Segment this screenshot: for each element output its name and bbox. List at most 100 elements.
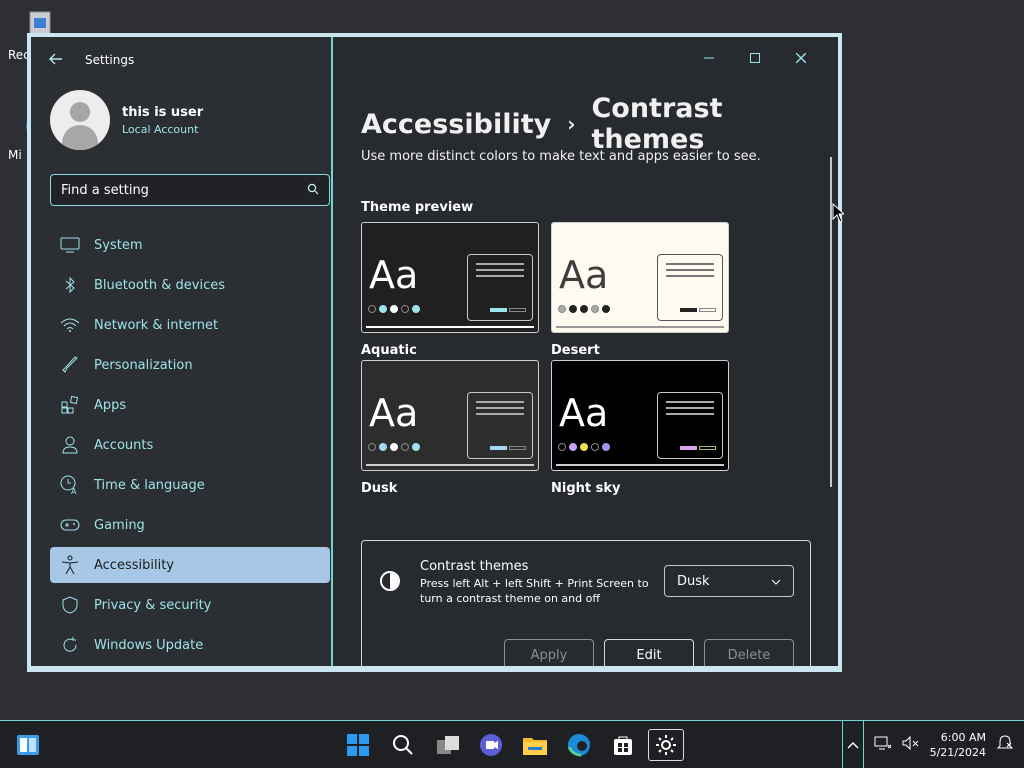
file-explorer-button[interactable] bbox=[517, 729, 553, 761]
theme-name: Night sky bbox=[551, 481, 621, 496]
theme-preview-image: Aa bbox=[361, 222, 539, 333]
sidebar-item-label: Windows Update bbox=[94, 637, 204, 653]
user-profile[interactable]: this is user Local Account bbox=[50, 90, 203, 150]
clock-time: 6:00 AM bbox=[940, 731, 986, 744]
sidebar-item-label: Bluetooth & devices bbox=[94, 277, 225, 293]
brush-icon bbox=[60, 355, 80, 375]
notification-icon[interactable] bbox=[996, 734, 1014, 756]
contrast-icon bbox=[380, 571, 400, 591]
start-button[interactable] bbox=[340, 729, 376, 761]
theme-preview-image: Aa bbox=[361, 360, 539, 471]
volume-muted-icon[interactable] bbox=[902, 735, 920, 755]
accessibility-icon bbox=[60, 555, 80, 575]
monitor-icon bbox=[60, 235, 80, 255]
theme-card-aquatic[interactable]: Aa Aquatic bbox=[361, 222, 539, 358]
store-button[interactable] bbox=[605, 729, 641, 761]
theme-name: Aquatic bbox=[361, 343, 417, 358]
task-view-button[interactable] bbox=[430, 729, 466, 761]
chevron-right-icon: › bbox=[567, 112, 576, 136]
close-button[interactable] bbox=[778, 43, 824, 73]
settings-window-body: Settings this is user Local Account Find… bbox=[31, 37, 838, 666]
sidebar-item-accessibility[interactable]: Accessibility bbox=[50, 547, 330, 583]
delete-button[interactable]: Delete bbox=[704, 639, 794, 666]
titlebar: Settings bbox=[49, 51, 134, 69]
sidebar-item-windows-update[interactable]: Windows Update bbox=[50, 627, 330, 663]
maximize-button[interactable] bbox=[732, 43, 778, 73]
theme-sample-text: Aa bbox=[369, 391, 419, 435]
apply-button[interactable]: Apply bbox=[504, 639, 594, 666]
search-taskbar-button[interactable] bbox=[385, 729, 421, 761]
theme-name: Desert bbox=[551, 343, 600, 358]
teams-chat-button[interactable] bbox=[473, 729, 509, 761]
avatar bbox=[50, 90, 110, 150]
theme-sample-text: Aa bbox=[559, 391, 609, 435]
clock-date: 5/21/2024 bbox=[929, 746, 986, 759]
folder-icon bbox=[523, 738, 547, 755]
chat-icon bbox=[480, 734, 502, 756]
edge-button[interactable] bbox=[561, 729, 597, 761]
page-description: Use more distinct colors to make text an… bbox=[361, 149, 761, 164]
edit-button[interactable]: Edit bbox=[604, 639, 694, 666]
sidebar-item-label: Accessibility bbox=[94, 557, 174, 573]
panel-subtitle: Press left Alt + left Shift + Print Scre… bbox=[420, 577, 649, 605]
search-input[interactable] bbox=[61, 182, 281, 198]
theme-select[interactable]: Dusk bbox=[664, 565, 794, 597]
taskbar: 6:00 AM 5/21/2024 bbox=[0, 720, 1024, 768]
sidebar-item-apps[interactable]: Apps bbox=[50, 387, 330, 423]
theme-sample-text: Aa bbox=[369, 253, 419, 297]
tray-overflow-button[interactable] bbox=[841, 721, 864, 768]
sidebar-item-label: Gaming bbox=[94, 517, 145, 533]
sidebar-item-system[interactable]: System bbox=[50, 227, 330, 263]
mouse-cursor-icon bbox=[832, 202, 846, 227]
profile-name: this is user bbox=[122, 104, 204, 120]
search-icon bbox=[393, 735, 413, 755]
widgets-button[interactable] bbox=[10, 729, 46, 761]
sidebar-item-accounts[interactable]: Accounts bbox=[50, 427, 330, 463]
update-icon bbox=[60, 635, 80, 655]
panel-title: Contrast themes bbox=[420, 559, 529, 574]
sidebar-item-network[interactable]: Network & internet bbox=[50, 307, 330, 343]
person-icon bbox=[60, 435, 80, 455]
store-icon bbox=[614, 736, 632, 755]
clock[interactable]: 6:00 AM 5/21/2024 bbox=[930, 730, 986, 760]
theme-card-desert[interactable]: Aa Desert bbox=[551, 222, 729, 358]
theme-card-night-sky[interactable]: Aa Night sky bbox=[551, 360, 729, 496]
theme-name: Dusk bbox=[361, 481, 398, 496]
sidebar-item-personalization[interactable]: Personalization bbox=[50, 347, 330, 383]
wifi-icon bbox=[60, 315, 80, 335]
nav-list: System Bluetooth & devices Network & int… bbox=[50, 227, 330, 666]
sidebar-item-bluetooth[interactable]: Bluetooth & devices bbox=[50, 267, 330, 303]
search-icon[interactable] bbox=[307, 183, 319, 198]
sidebar-item-label: Time & language bbox=[94, 477, 205, 493]
apps-icon bbox=[60, 395, 80, 415]
svg-text:A: A bbox=[71, 487, 77, 495]
sidebar-item-time-language[interactable]: A Time & language bbox=[50, 467, 330, 503]
contrast-themes-panel: Contrast themes Press left Alt + left Sh… bbox=[361, 540, 811, 666]
settings-taskbar-button[interactable] bbox=[648, 729, 684, 761]
profile-account-type: Local Account bbox=[122, 122, 199, 136]
chevron-down-icon bbox=[771, 574, 781, 589]
gamepad-icon bbox=[60, 515, 80, 535]
minimize-button[interactable] bbox=[686, 43, 732, 73]
back-arrow-icon[interactable] bbox=[49, 51, 65, 69]
windows-logo-icon bbox=[347, 734, 369, 756]
window-controls bbox=[686, 43, 824, 73]
sidebar-item-label: Privacy & security bbox=[94, 597, 212, 613]
sidebar-item-gaming[interactable]: Gaming bbox=[50, 507, 330, 543]
bluetooth-icon bbox=[60, 275, 80, 295]
task-view-icon bbox=[437, 736, 459, 754]
sidebar-item-label: Network & internet bbox=[94, 317, 219, 333]
sidebar-item-privacy[interactable]: Privacy & security bbox=[50, 587, 330, 623]
theme-card-dusk[interactable]: Aa Dusk bbox=[361, 360, 539, 496]
clock-language-icon: A bbox=[60, 475, 80, 495]
app-title: Settings bbox=[85, 53, 135, 67]
settings-window: Settings this is user Local Account Find… bbox=[27, 33, 842, 672]
breadcrumb: Accessibility › Contrast themes bbox=[361, 93, 838, 155]
breadcrumb-parent[interactable]: Accessibility bbox=[361, 109, 551, 140]
sidebar: Settings this is user Local Account Find… bbox=[31, 37, 333, 666]
search-box[interactable] bbox=[50, 174, 330, 206]
shield-icon bbox=[60, 595, 80, 615]
network-icon[interactable] bbox=[874, 735, 892, 755]
theme-preview-heading: Theme preview bbox=[361, 200, 474, 215]
chevron-up-icon bbox=[847, 742, 859, 749]
